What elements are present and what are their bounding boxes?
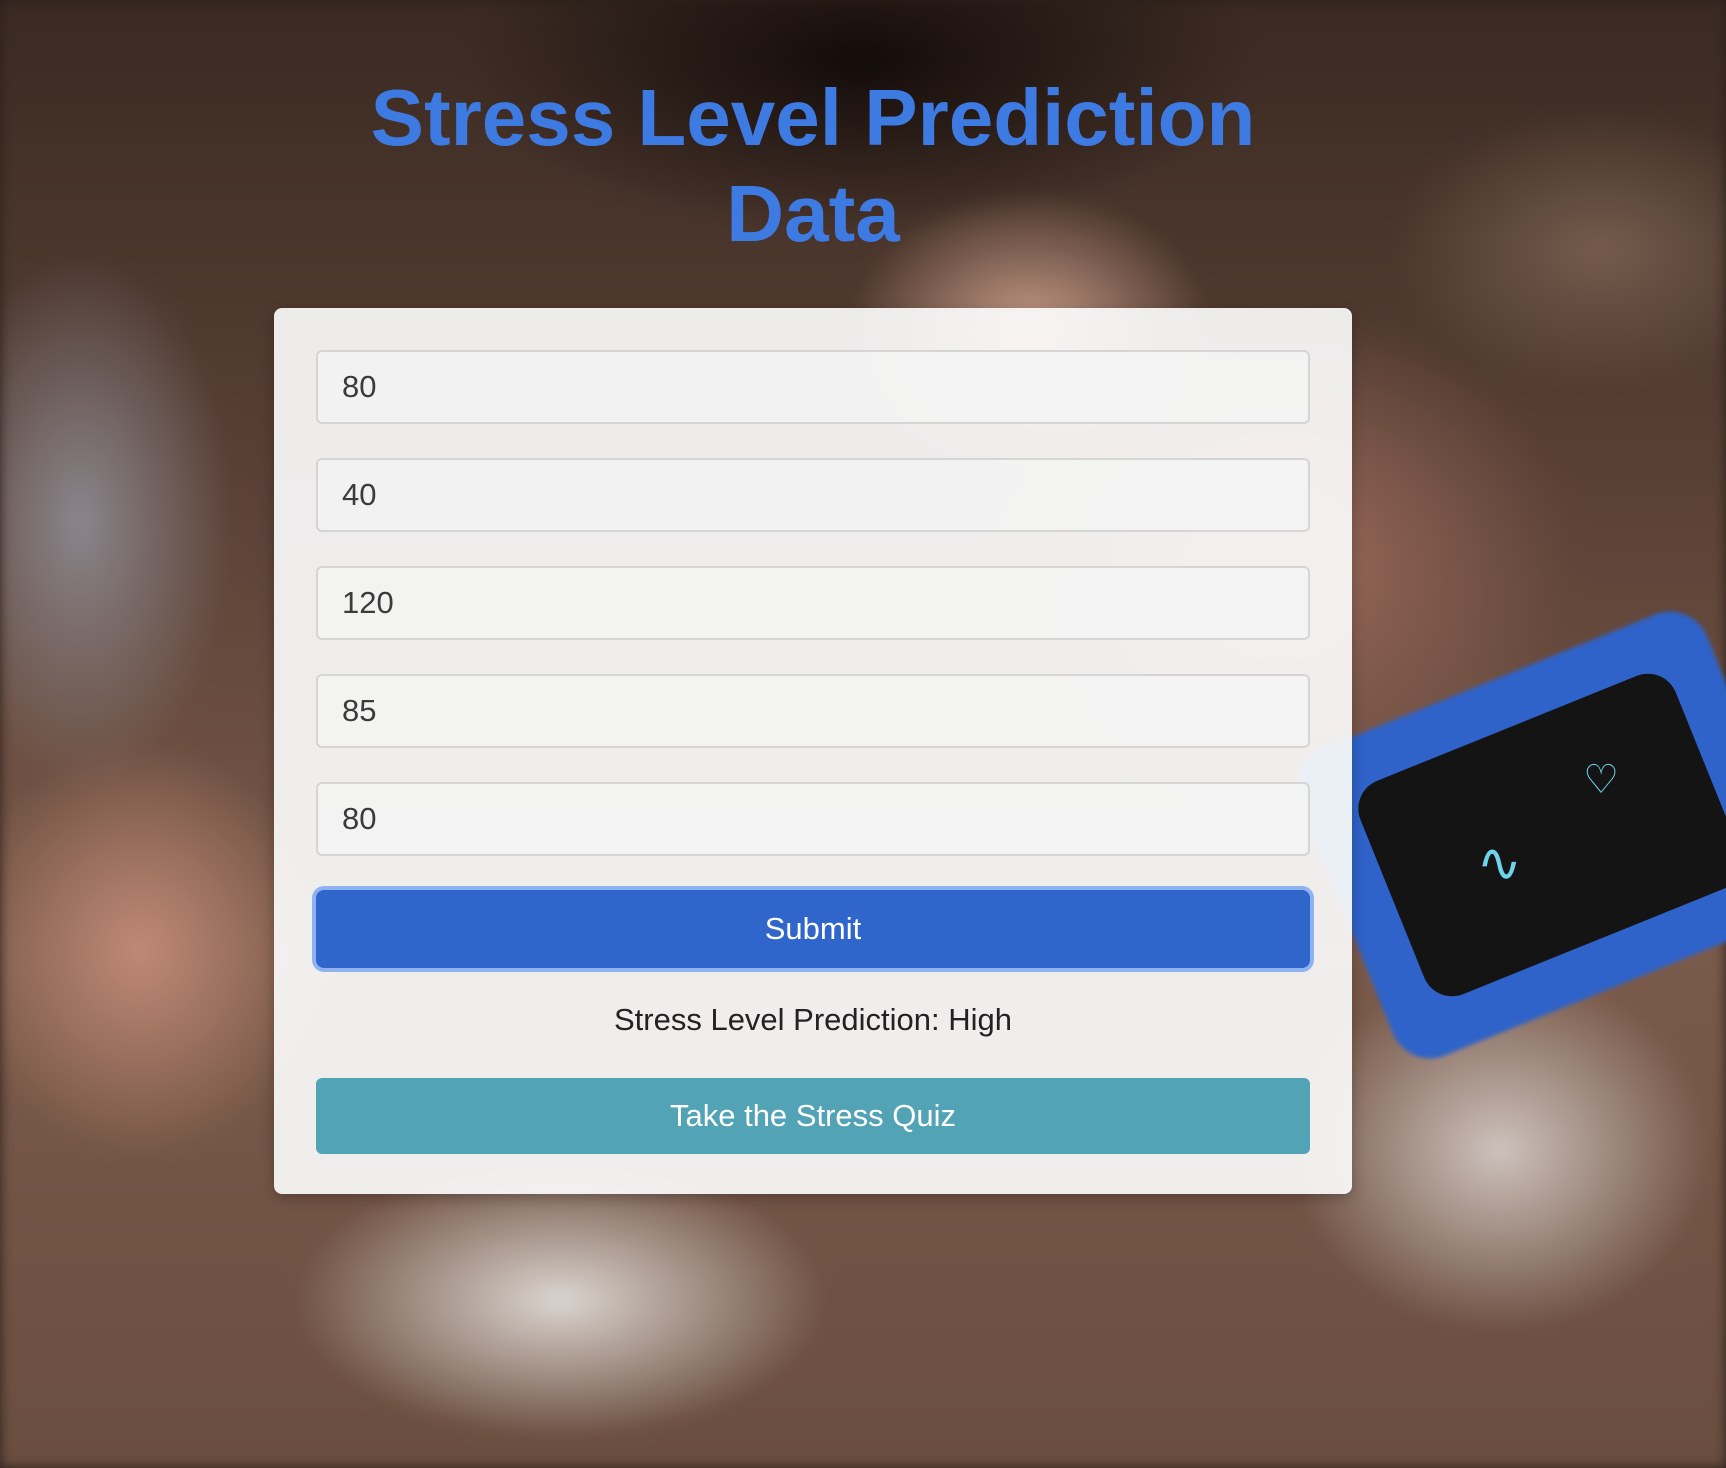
input-field-4[interactable] bbox=[316, 674, 1310, 748]
take-stress-quiz-button[interactable]: Take the Stress Quiz bbox=[316, 1078, 1310, 1154]
input-field-2[interactable] bbox=[316, 458, 1310, 532]
heart-icon: ♡ bbox=[1583, 757, 1619, 802]
prediction-result: Stress Level Prediction: High bbox=[613, 1002, 1013, 1037]
ecg-wave-icon: ∿ bbox=[1476, 833, 1522, 894]
page-title-line-2: Data bbox=[726, 169, 900, 258]
prediction-form-card: Submit Stress Level Prediction: High Tak… bbox=[274, 308, 1352, 1194]
input-field-3[interactable] bbox=[316, 566, 1310, 640]
page-title-line-1: Stress Level Prediction bbox=[370, 73, 1256, 162]
input-field-1[interactable] bbox=[316, 350, 1310, 424]
page-title: Stress Level Prediction Data bbox=[0, 70, 1626, 262]
input-field-5[interactable] bbox=[316, 782, 1310, 856]
submit-button[interactable]: Submit bbox=[316, 890, 1310, 968]
